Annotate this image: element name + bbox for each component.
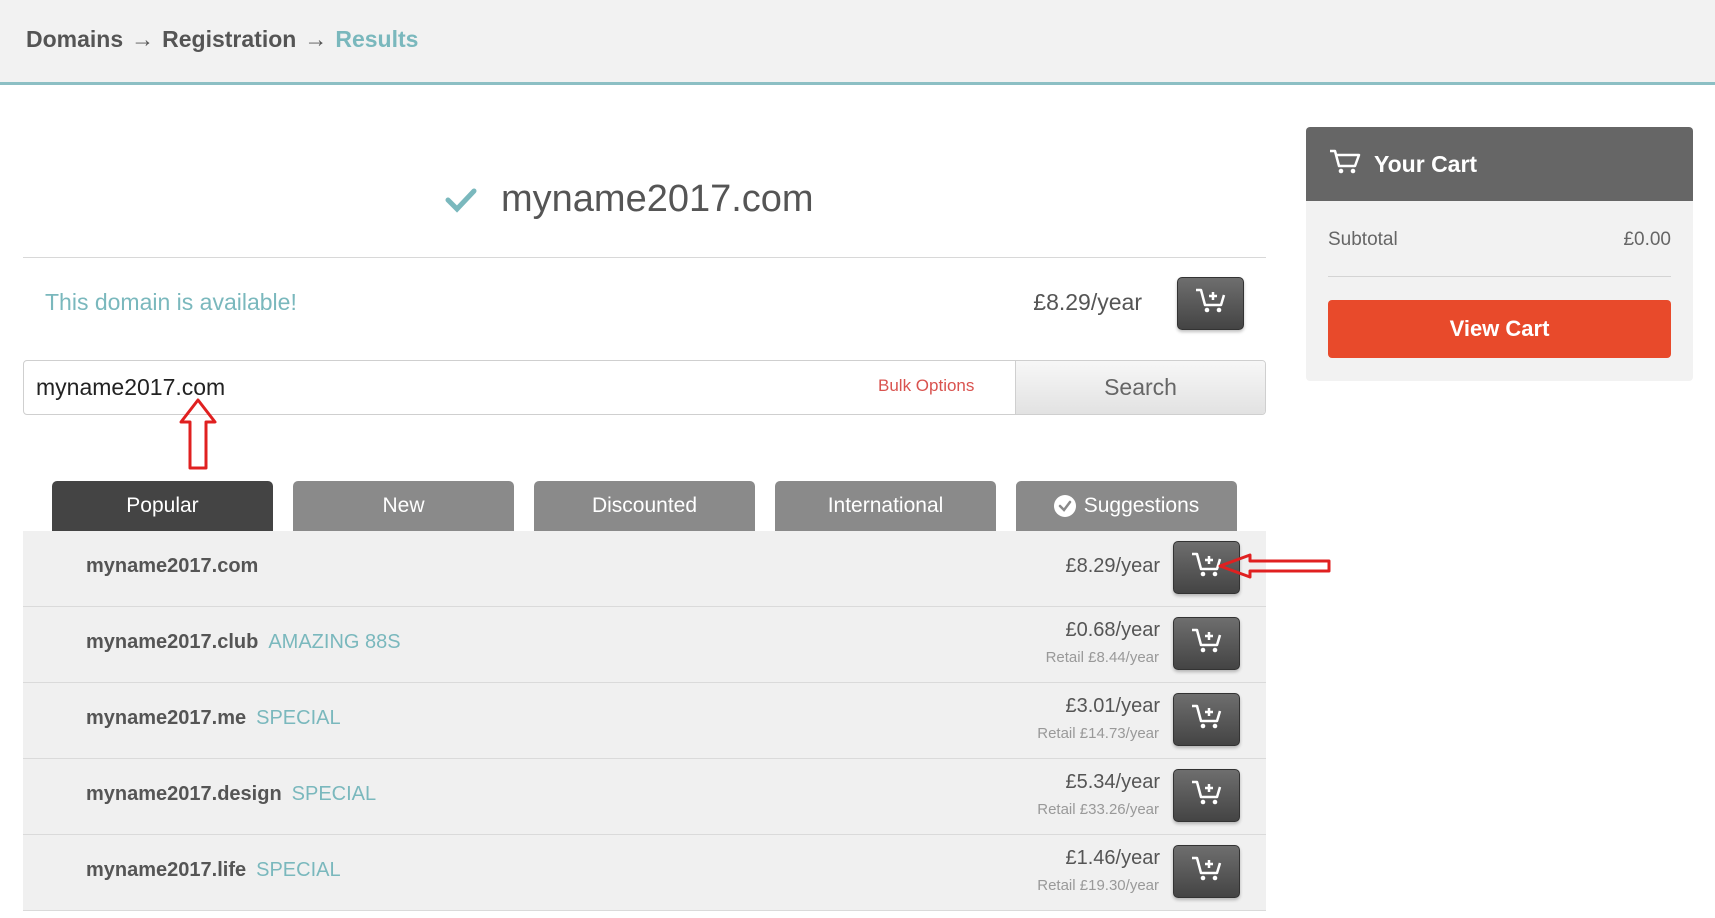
list-item: myname2017.life SPECIAL £1.46/year Retail… bbox=[23, 835, 1266, 911]
add-to-cart-button[interactable] bbox=[1173, 845, 1240, 898]
results-list: myname2017.com £8.29/year myname2017.clu… bbox=[23, 531, 1266, 911]
view-cart-button[interactable]: View Cart bbox=[1328, 300, 1671, 358]
availability-row: This domain is available! £8.29/year bbox=[23, 258, 1266, 346]
result-price: £1.46/year bbox=[1065, 847, 1160, 869]
result-retail-price: Retail £14.73/year bbox=[1037, 725, 1159, 742]
result-domain-name: myname2017.club AMAZING 88S bbox=[86, 631, 401, 653]
availability-status: This domain is available! bbox=[45, 289, 297, 315]
tab-popular[interactable]: Popular bbox=[52, 481, 273, 531]
bulk-options-link[interactable]: Bulk Options bbox=[878, 376, 974, 396]
list-item: myname2017.club AMAZING 88S £0.68/year Re… bbox=[23, 607, 1266, 683]
tab-label: Popular bbox=[126, 494, 199, 517]
result-tag: SPECIAL bbox=[256, 707, 341, 729]
add-to-cart-button[interactable] bbox=[1173, 617, 1240, 670]
cart-plus-icon bbox=[1190, 855, 1224, 888]
result-retail-price: Retail £8.44/year bbox=[1045, 649, 1159, 666]
tab-international[interactable]: International bbox=[775, 481, 996, 531]
tab-label: International bbox=[827, 494, 944, 517]
domain-search-input[interactable] bbox=[24, 361, 1017, 414]
result-domain-name: myname2017.design SPECIAL bbox=[86, 783, 377, 805]
cart-panel: Your Cart Subtotal £0.00 View Cart bbox=[1306, 127, 1693, 381]
tab-label: Suggestions bbox=[1083, 494, 1200, 517]
list-item: myname2017.com £8.29/year bbox=[23, 531, 1266, 607]
list-item: myname2017.design SPECIAL £5.34/year Reta… bbox=[23, 759, 1266, 835]
tab-label: New bbox=[382, 494, 425, 517]
result-tag: SPECIAL bbox=[256, 859, 341, 881]
result-price: £3.01/year bbox=[1065, 695, 1160, 717]
add-to-cart-button[interactable] bbox=[1173, 693, 1240, 746]
breadcrumb-results: Results bbox=[335, 26, 419, 52]
cart-plus-icon bbox=[1194, 287, 1228, 320]
subtotal-value: £0.00 bbox=[1623, 229, 1671, 250]
cart-plus-icon bbox=[1190, 627, 1224, 660]
result-domain-name: myname2017.com bbox=[86, 555, 259, 577]
result-price: £5.34/year bbox=[1065, 771, 1160, 793]
result-domain-name: myname2017.life SPECIAL bbox=[86, 859, 341, 881]
result-tag: AMAZING 88S bbox=[268, 631, 401, 653]
cart-plus-icon bbox=[1190, 703, 1224, 736]
result-price: £0.68/year bbox=[1065, 619, 1160, 641]
breadcrumb-domains[interactable]: Domains bbox=[26, 26, 123, 53]
result-tag: SPECIAL bbox=[291, 783, 377, 805]
annotation-arrow-up-icon bbox=[178, 398, 218, 475]
cart-plus-icon bbox=[1190, 779, 1224, 812]
subtotal-label: Subtotal bbox=[1328, 229, 1398, 250]
breadcrumb-separator: → bbox=[131, 26, 155, 52]
checkmark-icon bbox=[445, 187, 477, 213]
result-retail-price: Retail £33.26/year bbox=[1037, 801, 1159, 818]
breadcrumb-separator: → bbox=[304, 26, 328, 52]
shopping-cart-icon bbox=[1328, 148, 1362, 181]
annotation-arrow-left-icon bbox=[1218, 551, 1332, 586]
list-item: myname2017.me SPECIAL £3.01/year Retail £… bbox=[23, 683, 1266, 759]
result-retail-price: Retail £19.30/year bbox=[1037, 877, 1159, 894]
breadcrumb-registration[interactable]: Registration bbox=[162, 26, 296, 53]
breadcrumb: Domains → Registration → Results bbox=[26, 26, 418, 53]
divider bbox=[1328, 276, 1671, 277]
tab-suggestions[interactable]: Suggestions bbox=[1016, 481, 1237, 531]
tab-label: Discounted bbox=[591, 494, 698, 517]
domain-heading: myname2017.com bbox=[445, 178, 814, 221]
cart-title: Your Cart bbox=[1374, 150, 1478, 177]
result-domain-name: myname2017.me SPECIAL bbox=[86, 707, 341, 729]
add-to-cart-button[interactable] bbox=[1173, 769, 1240, 822]
search-button[interactable]: Search bbox=[1015, 361, 1265, 414]
subtotal-row: Subtotal £0.00 bbox=[1328, 229, 1671, 251]
page-title: myname2017.com bbox=[501, 178, 814, 220]
top-bar: Domains → Registration → Results bbox=[0, 0, 1715, 85]
check-circle-icon bbox=[1053, 495, 1076, 517]
availability-price: £8.29/year bbox=[1033, 289, 1142, 315]
cart-header: Your Cart bbox=[1306, 127, 1693, 201]
result-price: £8.29/year bbox=[1065, 555, 1160, 577]
tab-discounted[interactable]: Discounted bbox=[534, 481, 755, 531]
tld-tabs: Popular New Discounted International Sug… bbox=[52, 481, 1237, 531]
add-to-cart-button[interactable] bbox=[1177, 277, 1244, 330]
tab-new[interactable]: New bbox=[293, 481, 514, 531]
